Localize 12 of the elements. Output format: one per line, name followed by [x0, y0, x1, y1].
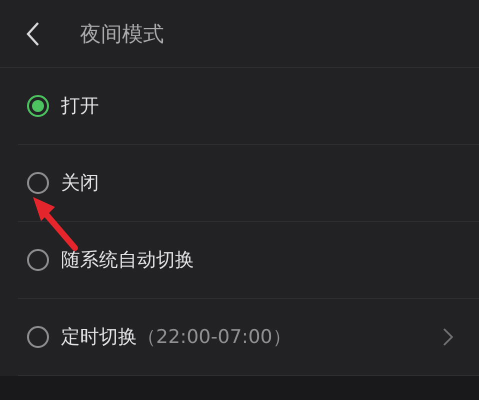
radio-button[interactable]: [27, 172, 49, 194]
radio-button[interactable]: [27, 95, 49, 117]
radio-button[interactable]: [27, 326, 49, 348]
option-label: 打开: [61, 94, 99, 119]
back-icon: [26, 20, 40, 46]
option-label: 定时切换: [61, 325, 137, 350]
option-label: 随系统自动切换: [61, 248, 194, 273]
page-title: 夜间模式: [80, 20, 164, 48]
radio-button[interactable]: [27, 249, 49, 271]
chevron-right-icon: [443, 328, 453, 346]
option-detail: （22:00-07:00）: [137, 325, 292, 350]
option-label: 关闭: [61, 171, 99, 196]
